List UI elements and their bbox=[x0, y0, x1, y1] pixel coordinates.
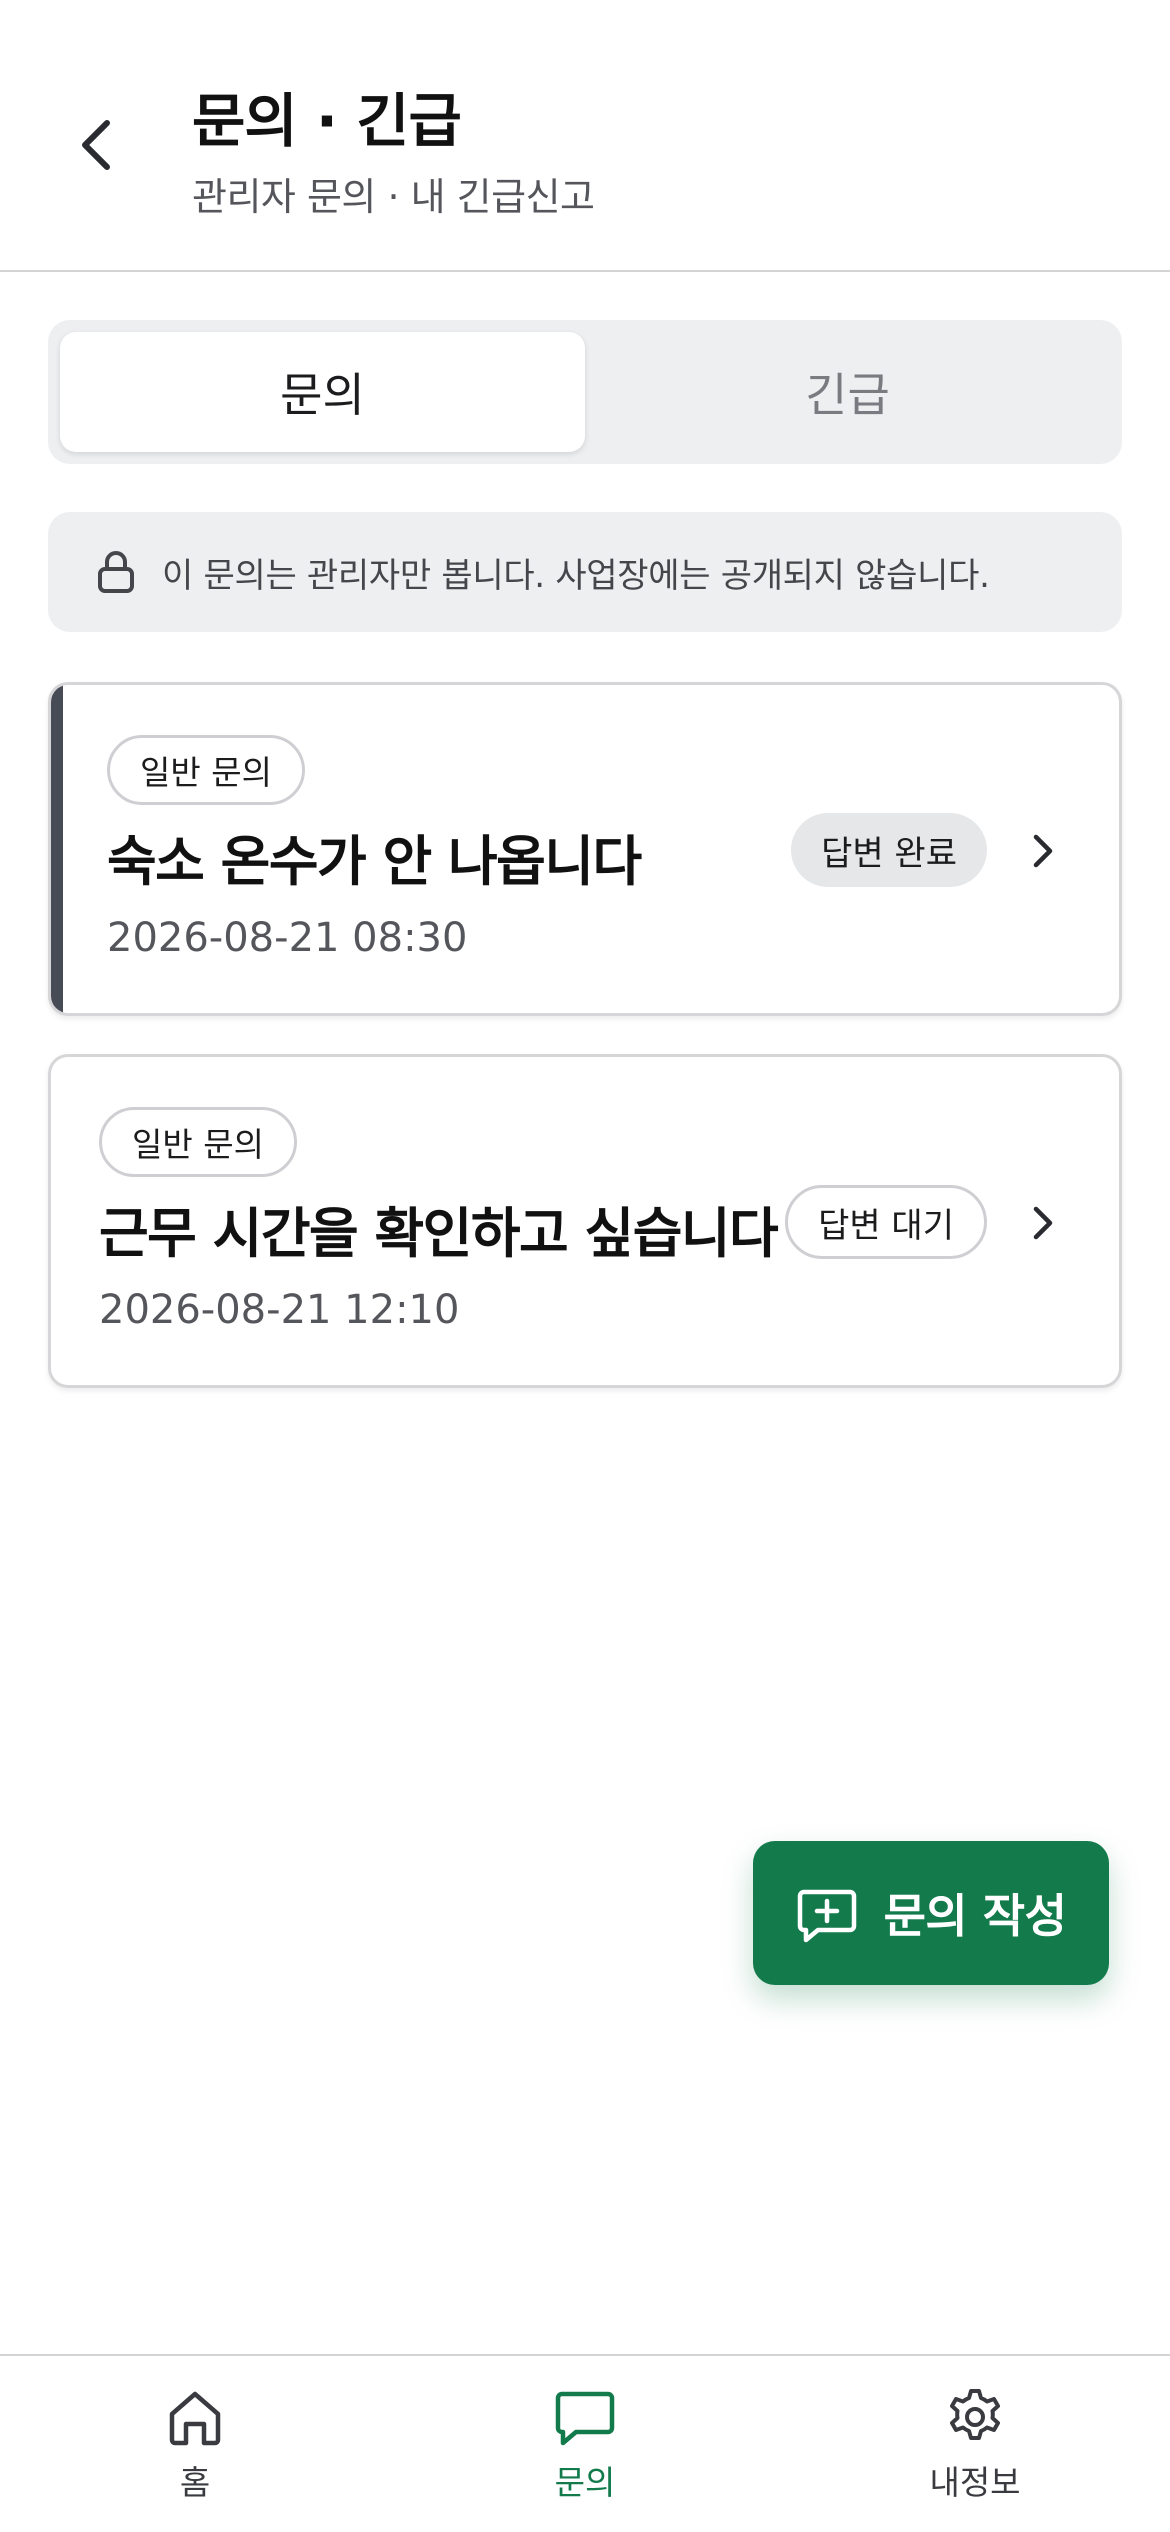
notice-text: 이 문의는 관리자만 봅니다. 사업장에는 공개되지 않습니다. bbox=[162, 555, 990, 596]
status-badge: 답변 대기 bbox=[785, 1185, 987, 1259]
nav-item-home[interactable]: 홈 bbox=[0, 2356, 390, 2532]
inquiry-page: 문의 · 긴급 관리자 문의 · 내 긴급신고 문의 긴급 이 문의는 관리자만… bbox=[0, 0, 1170, 2532]
inquiry-date: 2026-08-21 08:30 bbox=[107, 915, 468, 961]
lock-icon bbox=[96, 547, 140, 597]
tab-inquiry[interactable]: 문의 bbox=[60, 332, 585, 452]
chevron-right-icon bbox=[1023, 823, 1063, 879]
page-title: 문의 · 긴급 bbox=[192, 87, 462, 155]
gear-icon bbox=[944, 2386, 1006, 2448]
home-icon bbox=[164, 2386, 226, 2448]
write-inquiry-label: 문의 작성 bbox=[883, 1889, 1067, 1943]
app-header: 문의 · 긴급 관리자 문의 · 내 긴급신고 bbox=[0, 0, 1170, 272]
nav-label-profile: 내정보 bbox=[929, 2463, 1021, 2502]
message-plus-icon bbox=[796, 1882, 858, 1944]
segmented-tabs: 문의 긴급 bbox=[48, 320, 1122, 464]
category-badge: 일반 문의 bbox=[99, 1107, 297, 1177]
inquiry-card[interactable]: 일반 문의 근무 시간을 확인하고 싶습니다 2026-08-21 12:10 … bbox=[48, 1054, 1122, 1388]
chevron-right-icon bbox=[1023, 1195, 1063, 1251]
status-badge: 답변 완료 bbox=[791, 813, 987, 887]
page-subtitle: 관리자 문의 · 내 긴급신고 bbox=[192, 175, 595, 219]
write-inquiry-button[interactable]: 문의 작성 bbox=[753, 1841, 1109, 1985]
nav-item-profile[interactable]: 내정보 bbox=[780, 2356, 1170, 2532]
category-badge: 일반 문의 bbox=[107, 735, 305, 805]
inquiry-date: 2026-08-21 12:10 bbox=[99, 1287, 460, 1333]
inquiry-title: 숙소 온수가 안 나옵니다 bbox=[107, 830, 642, 893]
back-button[interactable] bbox=[62, 100, 132, 190]
chat-icon bbox=[554, 2386, 616, 2448]
chevron-left-icon bbox=[82, 120, 110, 170]
inquiry-title: 근무 시간을 확인하고 싶습니다 bbox=[99, 1202, 779, 1265]
bottom-navigation: 홈 문의 내정보 bbox=[0, 2354, 1170, 2532]
nav-item-inquiry[interactable]: 문의 bbox=[390, 2356, 780, 2532]
inquiry-card[interactable]: 일반 문의 숙소 온수가 안 나옵니다 2026-08-21 08:30 답변 … bbox=[48, 682, 1122, 1016]
privacy-notice: 이 문의는 관리자만 봅니다. 사업장에는 공개되지 않습니다. bbox=[48, 512, 1122, 632]
tab-emergency[interactable]: 긴급 bbox=[585, 332, 1110, 452]
nav-label-inquiry: 문의 bbox=[554, 2463, 616, 2502]
nav-label-home: 홈 bbox=[179, 2463, 211, 2502]
